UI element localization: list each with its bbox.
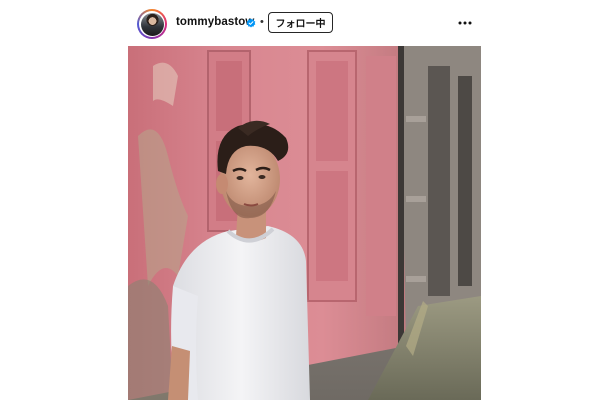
separator-dot: •	[260, 16, 264, 28]
post-photo[interactable]	[128, 46, 481, 400]
avatar-ring	[139, 11, 165, 37]
photo-illustration	[128, 46, 481, 400]
post-header: tommybastow • フォロー中	[137, 8, 475, 40]
avatar-photo	[140, 12, 164, 36]
instagram-post: tommybastow • フォロー中	[0, 0, 610, 400]
verified-badge-icon	[246, 18, 256, 28]
following-button[interactable]: フォロー中	[268, 12, 333, 33]
username-link[interactable]: tommybastow	[176, 16, 254, 28]
avatar[interactable]	[137, 9, 167, 39]
more-options-icon[interactable]	[456, 14, 474, 32]
ellipsis-icon	[458, 21, 472, 25]
